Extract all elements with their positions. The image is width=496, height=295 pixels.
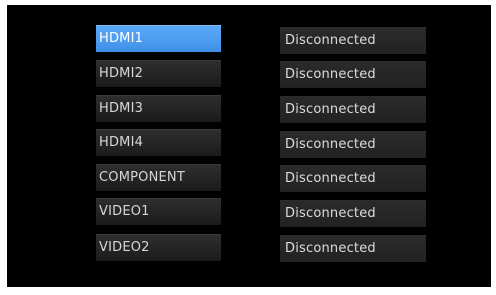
input-video2-button[interactable]: VIDEO2 xyxy=(96,234,221,261)
input-video1-button[interactable]: VIDEO1 xyxy=(96,198,221,225)
input-source-screen: HDMI1 Disconnected HDMI2 Disconnected HD… xyxy=(7,5,491,287)
input-hdmi1-status: Disconnected xyxy=(280,27,426,54)
input-hdmi3-button[interactable]: HDMI3 xyxy=(96,95,221,122)
input-hdmi1-button[interactable]: HDMI1 xyxy=(96,25,221,52)
input-component-status: Disconnected xyxy=(280,165,426,192)
input-hdmi3-status: Disconnected xyxy=(280,96,426,123)
input-hdmi4-button[interactable]: HDMI4 xyxy=(96,129,221,156)
input-video2-status: Disconnected xyxy=(280,235,426,262)
input-video1-status: Disconnected xyxy=(280,200,426,227)
input-component-button[interactable]: COMPONENT xyxy=(96,164,221,191)
input-hdmi4-status: Disconnected xyxy=(280,131,426,158)
input-hdmi2-button[interactable]: HDMI2 xyxy=(96,60,221,87)
input-hdmi2-status: Disconnected xyxy=(280,61,426,88)
